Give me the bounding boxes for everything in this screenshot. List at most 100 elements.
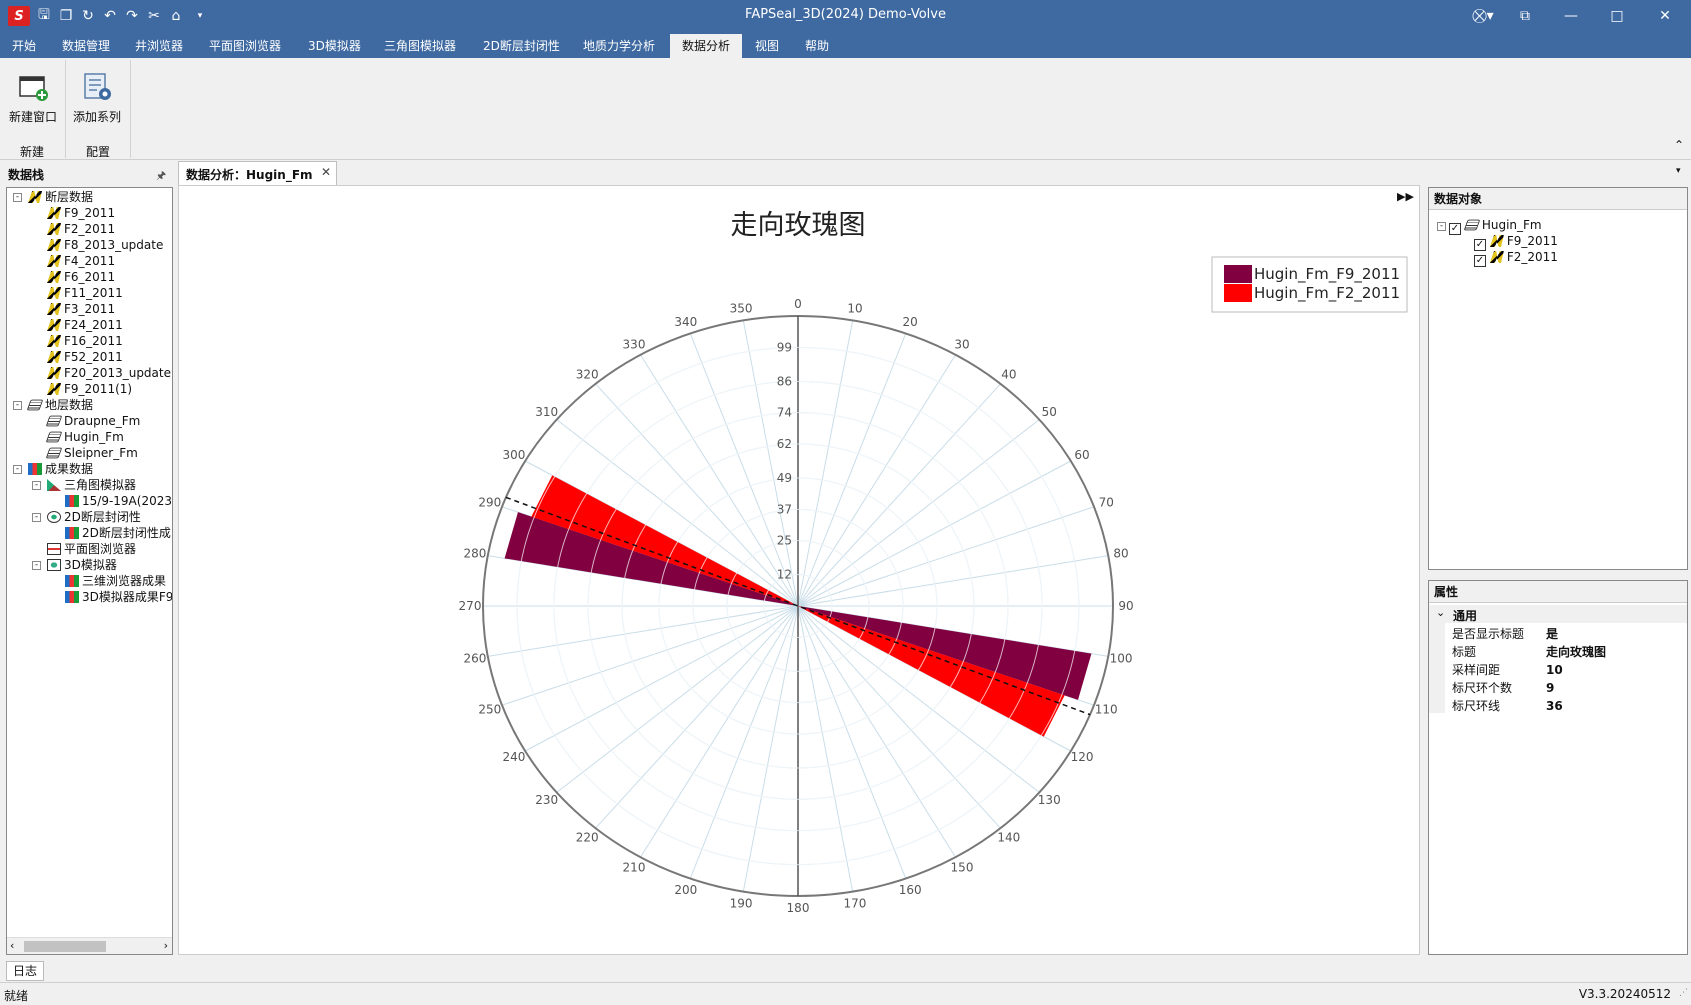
fault-icon (47, 367, 61, 379)
radial-tick-label: 62 (777, 437, 792, 451)
collapse-ribbon-icon[interactable]: ⌃ (1674, 138, 1684, 152)
menu-bar: 开始 数据管理 井浏览器 平面图浏览器 3D模拟器 三角图模拟器 2D断层封闭性… (0, 32, 1691, 58)
data-object-root[interactable]: ✓ Hugin_Fm (1449, 217, 1542, 235)
angle-tick-label: 230 (535, 793, 558, 807)
tree-layer-item[interactable]: Hugin_Fm (45, 429, 124, 445)
menu-data-analysis[interactable]: 数据分析 (670, 34, 743, 58)
tree-layer-item[interactable]: Draupne_Fm (45, 413, 140, 429)
tree-fault-item[interactable]: F9_2011(1) (47, 381, 132, 397)
tab-close-icon[interactable]: ✕ (321, 165, 331, 179)
log-tab[interactable]: 日志 (6, 961, 44, 981)
new-window-icon (19, 76, 48, 101)
angle-tick-label: 270 (459, 599, 482, 613)
chart-title: 走向玫瑰图 (731, 210, 866, 241)
close-button[interactable]: ✕ (1642, 0, 1688, 32)
chevron-down-icon[interactable]: ⌄ (1436, 606, 1445, 619)
tab-list-dropdown-icon[interactable]: ▾ (1676, 166, 1681, 176)
fault-icon (1489, 235, 1504, 247)
result-icon (65, 495, 79, 507)
tree-result-item[interactable]: 平面图浏览器 (47, 541, 136, 557)
add-series-button[interactable]: 添加系列 (67, 64, 127, 124)
menu-well-browser[interactable]: 井浏览器 (127, 34, 191, 58)
display-settings-icon[interactable]: ⛒▾ (1460, 0, 1506, 32)
restore-layout-icon[interactable]: ⧉ (1502, 0, 1548, 32)
data-objects-title: 数据对象 (1429, 188, 1687, 210)
grid-spoke (797, 506, 1095, 607)
menu-3d-simulator[interactable]: 3D模拟器 (300, 34, 369, 58)
tree-result-group[interactable]: 成果数据 (28, 461, 93, 477)
tree-fault-item[interactable]: F9_2011 (47, 205, 115, 221)
angle-tick-label: 340 (674, 315, 697, 329)
tree-result-child[interactable]: 15/9-19A(2023 (65, 493, 172, 509)
property-row[interactable]: 是否显示标题是 (1430, 625, 1685, 643)
angle-tick-label: 190 (730, 896, 753, 910)
tree-fault-item[interactable]: F8_2013_update (47, 237, 163, 253)
menu-map-browser[interactable]: 平面图浏览器 (201, 34, 289, 58)
document-tab[interactable]: 数据分析：Hugin_Fm ✕ (178, 161, 337, 185)
menu-view[interactable]: 视图 (747, 34, 787, 58)
tree-fault-item[interactable]: F20_2013_update (47, 365, 171, 381)
menu-geomechanics[interactable]: 地质力学分析 (575, 34, 663, 58)
fault-icon (47, 351, 61, 363)
collapse-toggle[interactable]: - (13, 465, 22, 474)
tree-fault-item[interactable]: F16_2011 (47, 333, 123, 349)
angle-tick-label: 170 (844, 896, 867, 910)
category-row[interactable]: ⌄ 通用 (1429, 605, 1687, 623)
tree-fault-item[interactable]: F2_2011 (47, 221, 115, 237)
property-row[interactable]: 标尺环个数 9 (1430, 679, 1685, 697)
angle-tick-label: 250 (478, 702, 501, 716)
angle-tick-label: 240 (502, 750, 525, 764)
tree-fault-group[interactable]: 断层数据 (28, 189, 93, 205)
angle-tick-label: 310 (535, 405, 558, 419)
scroll-right-icon[interactable]: › (164, 939, 168, 952)
property-row[interactable]: 标尺环线 36 (1430, 697, 1685, 715)
grid-spoke (689, 605, 799, 879)
angle-tick-label: 350 (730, 302, 753, 316)
angle-tick-label: 90 (1118, 599, 1133, 613)
tree-result-child[interactable]: 3D模拟器成果F9 (65, 589, 172, 605)
tree-fault-item[interactable]: F3_2011 (47, 301, 115, 317)
tree-fault-item[interactable]: F4_2011 (47, 253, 115, 269)
tree-layer-item[interactable]: Sleipner_Fm (45, 445, 138, 461)
menu-triangle-simulator[interactable]: 三角图模拟器 (376, 34, 464, 58)
collapse-toggle[interactable]: - (13, 401, 22, 410)
collapse-toggle[interactable]: - (1437, 222, 1446, 231)
minimize-button[interactable]: — (1548, 0, 1594, 32)
scroll-left-icon[interactable]: ‹ (10, 939, 14, 952)
scrollbar-thumb[interactable] (24, 941, 106, 952)
data-object-item[interactable]: ✓ F2_2011 (1474, 249, 1558, 267)
checkbox-checked-icon[interactable]: ✓ (1449, 223, 1461, 235)
checkbox-checked-icon[interactable]: ✓ (1474, 255, 1486, 267)
resize-grip-icon[interactable]: ⋰ (1679, 988, 1688, 998)
pin-icon[interactable]: 🖈 (156, 167, 166, 186)
tree-result-child[interactable]: 2D断层封闭性成 (65, 525, 171, 541)
new-window-button[interactable]: 新建窗口 (3, 64, 63, 124)
collapse-toggle[interactable]: - (13, 193, 22, 202)
data-object-item[interactable]: ✓ F9_2011 (1474, 233, 1558, 251)
app-title: FAPSeal_3D(2024) Demo-Volve (745, 7, 946, 22)
collapse-toggle[interactable]: - (32, 481, 41, 490)
tree-result-child[interactable]: 三维浏览器成果 (65, 573, 166, 589)
tree-result-item[interactable]: 三角图模拟器 (47, 477, 136, 493)
tree-fault-item[interactable]: F24_2011 (47, 317, 123, 333)
collapse-toggle[interactable]: - (32, 513, 41, 522)
data-stack-tree[interactable]: - 断层数据 F9_2011 F2_2011 F8_2013_update F4… (6, 187, 173, 955)
tree-layer-group[interactable]: 地层数据 (26, 397, 93, 413)
property-row[interactable]: 采样间距 10 (1430, 661, 1685, 679)
menu-2d-fault-seal[interactable]: 2D断层封闭性 (475, 34, 568, 58)
menu-help[interactable]: 帮助 (797, 34, 837, 58)
property-row[interactable]: 标题 走向玫瑰图 (1430, 643, 1685, 661)
collapse-toggle[interactable]: - (32, 561, 41, 570)
radial-tick-label: 86 (777, 374, 792, 388)
tree-fault-item[interactable]: F11_2011 (47, 285, 123, 301)
maximize-button[interactable]: □ (1594, 0, 1640, 32)
tree-result-item[interactable]: 3D模拟器 (47, 557, 117, 573)
angle-tick-label: 300 (502, 448, 525, 462)
tree-fault-item[interactable]: F52_2011 (47, 349, 123, 365)
menu-data-management[interactable]: 数据管理 (54, 34, 118, 58)
menu-start[interactable]: 开始 (4, 34, 44, 58)
tree-result-item[interactable]: 2D断层封闭性 (47, 509, 141, 525)
horizontal-scrollbar[interactable]: ‹ › (7, 937, 172, 954)
legend-label: Hugin_Fm_F2_2011 (1254, 284, 1400, 303)
tree-fault-item[interactable]: F6_2011 (47, 269, 115, 285)
